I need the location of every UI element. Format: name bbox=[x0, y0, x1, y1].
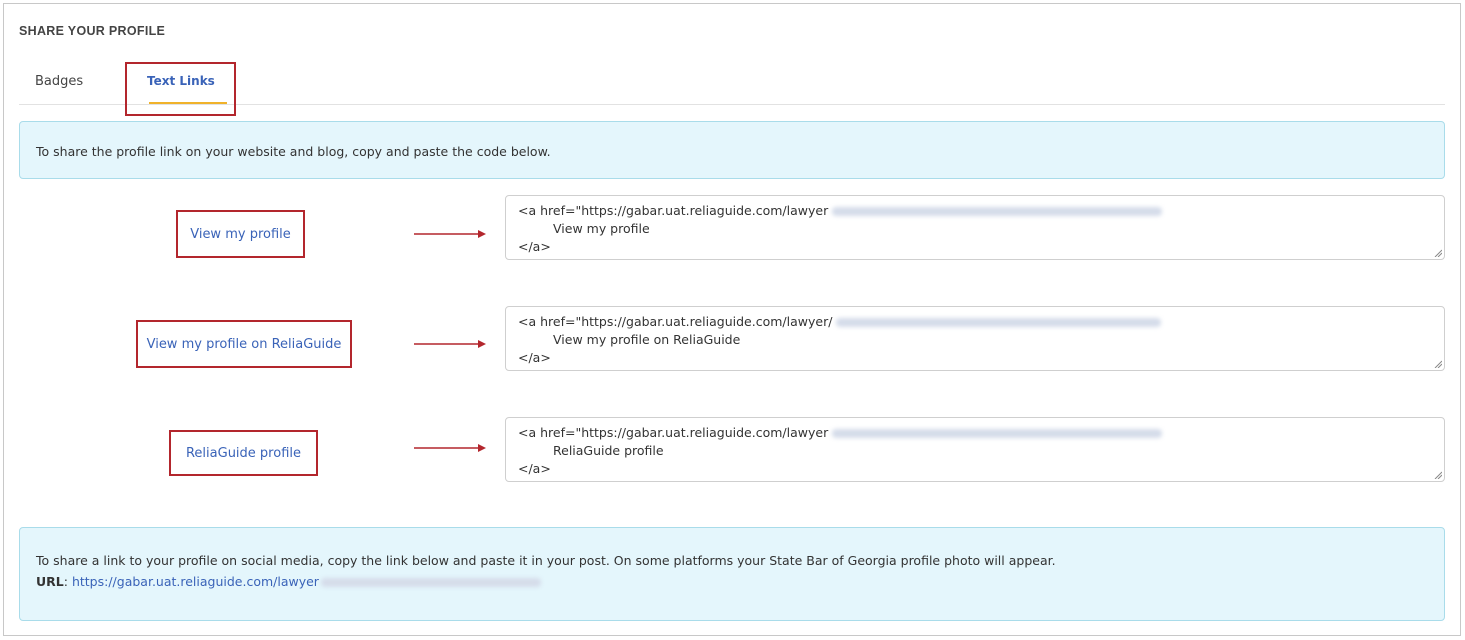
tab-badges[interactable]: Badges bbox=[35, 74, 83, 89]
code-textarea-3[interactable]: <a href="https://gabar.uat.reliaguide.co… bbox=[505, 417, 1445, 482]
view-my-profile-on-reliaguide-link[interactable]: View my profile on ReliaGuide bbox=[147, 337, 342, 352]
code-line-open-tag: <a href="https://gabar.uat.reliaguide.co… bbox=[518, 202, 1432, 220]
annotation-box-link-1: View my profile bbox=[176, 210, 305, 258]
resize-grip-icon[interactable] bbox=[1434, 360, 1442, 368]
arrow-right-icon bbox=[414, 444, 486, 452]
code-textarea-2[interactable]: <a href="https://gabar.uat.reliaguide.co… bbox=[505, 306, 1445, 371]
code-textarea-1[interactable]: <a href="https://gabar.uat.reliaguide.co… bbox=[505, 195, 1445, 260]
info-banner-top: To share the profile link on your websit… bbox=[19, 121, 1445, 179]
info-banner-text: To share the profile link on your websit… bbox=[36, 144, 551, 159]
reliaguide-profile-link[interactable]: ReliaGuide profile bbox=[186, 446, 301, 461]
annotation-box-link-2: View my profile on ReliaGuide bbox=[136, 320, 352, 368]
code-line-close-tag: </a> bbox=[518, 239, 551, 254]
arrow-right-icon bbox=[414, 230, 486, 238]
url-separator: : bbox=[63, 574, 68, 589]
info-banner-bottom: To share a link to your profile on socia… bbox=[19, 527, 1445, 621]
resize-grip-icon[interactable] bbox=[1434, 471, 1442, 479]
annotation-box-link-3: ReliaGuide profile bbox=[169, 430, 318, 476]
profile-url-link[interactable]: https://gabar.uat.reliaguide.com/lawyer bbox=[72, 574, 319, 589]
redacted-text bbox=[320, 578, 541, 587]
code-line-open-tag: <a href="https://gabar.uat.reliaguide.co… bbox=[518, 313, 1432, 331]
code-line-text: ReliaGuide profile bbox=[553, 443, 664, 458]
redacted-text bbox=[832, 429, 1163, 438]
url-label: URL bbox=[36, 574, 64, 589]
code-line-close-tag: </a> bbox=[518, 350, 551, 365]
section-title: SHARE YOUR PROFILE bbox=[19, 24, 166, 38]
arrow-right-icon bbox=[414, 340, 486, 348]
url-row: URL: https://gabar.uat.reliaguide.com/la… bbox=[36, 571, 1428, 592]
redacted-text bbox=[832, 207, 1163, 216]
view-my-profile-link[interactable]: View my profile bbox=[190, 227, 291, 242]
resize-grip-icon[interactable] bbox=[1434, 249, 1442, 257]
code-line-text: View my profile on ReliaGuide bbox=[553, 332, 741, 347]
code-line-open-tag: <a href="https://gabar.uat.reliaguide.co… bbox=[518, 424, 1432, 442]
redacted-text bbox=[836, 318, 1162, 327]
social-share-text: To share a link to your profile on socia… bbox=[36, 553, 1056, 568]
code-line-text: View my profile bbox=[553, 221, 650, 236]
annotation-highlight-tab bbox=[125, 62, 236, 116]
code-line-close-tag: </a> bbox=[518, 461, 551, 476]
